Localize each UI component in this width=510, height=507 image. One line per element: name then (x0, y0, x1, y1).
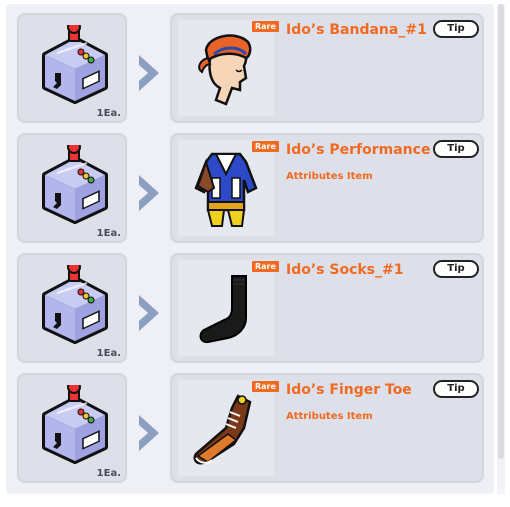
rarity-badge: Rare (252, 141, 279, 152)
item-thumbnail[interactable]: Rare (178, 380, 279, 476)
chevron-right-icon (139, 175, 159, 211)
reward-item-card: Rare Ido’s Performance Attributes Item T… (170, 133, 484, 243)
tip-button[interactable]: Tip (433, 380, 479, 398)
reward-item-card: Rare Ido’s Finger Toe Attributes Item Ti… (170, 373, 484, 483)
gift-box-card[interactable]: 1Ea. (17, 13, 127, 123)
chevron-right-icon (139, 55, 159, 91)
gift-box-icon (42, 145, 108, 224)
chevron-right-icon (139, 415, 159, 451)
rarity-badge: Rare (252, 261, 279, 272)
reward-item-card: Rare Ido’s Socks_#1 Tip (170, 253, 484, 363)
quantity-label: 1Ea. (96, 228, 121, 239)
gift-box-card[interactable]: 1Ea. (17, 373, 127, 483)
rarity-badge: Rare (252, 381, 279, 392)
rarity-badge: Rare (252, 21, 279, 32)
item-name: Ido’s Finger Toe (286, 382, 412, 398)
item-thumbnail[interactable]: Rare (178, 260, 279, 356)
sneaker-icon (193, 394, 252, 465)
item-thumbnail[interactable]: Rare (178, 20, 279, 116)
item-name: Ido’s Bandana_#1 (286, 22, 427, 38)
item-thumbnail[interactable]: Rare (178, 140, 279, 236)
tip-button[interactable]: Tip (433, 260, 479, 278)
item-name: Ido’s Performance (286, 142, 431, 158)
quantity-label: 1Ea. (96, 348, 121, 359)
gift-box-icon (42, 385, 108, 464)
sock-icon (199, 275, 247, 344)
performance-outfit-icon (194, 152, 258, 227)
reward-list-panel: 1Ea. Rare Ido’s Bandana_#1 Tip 1Ea. Rare… (6, 4, 494, 494)
quantity-label: 1Ea. (96, 108, 121, 119)
gift-box-icon (42, 25, 108, 104)
scrollbar-thumb[interactable] (498, 4, 504, 459)
bandana-icon (198, 34, 252, 106)
reward-row: 1Ea. Rare Ido’s Socks_#1 Tip (6, 244, 494, 363)
quantity-label: 1Ea. (96, 468, 121, 479)
item-subtitle: Attributes Item (286, 411, 373, 422)
reward-row: 1Ea. Rare Ido’s Bandana_#1 Tip (6, 4, 494, 123)
gift-box-icon (42, 265, 108, 344)
item-subtitle: Attributes Item (286, 171, 373, 182)
gift-box-card[interactable]: 1Ea. (17, 253, 127, 363)
tip-button[interactable]: Tip (433, 140, 479, 158)
chevron-right-icon (139, 295, 159, 331)
reward-row: 1Ea. Rare Ido’s Performance Attributes I… (6, 124, 494, 243)
gift-box-card[interactable]: 1Ea. (17, 133, 127, 243)
tip-button[interactable]: Tip (433, 20, 479, 38)
reward-row: 1Ea. Rare Ido’s Finger Toe Attributes It… (6, 364, 494, 483)
vertical-scrollbar[interactable] (497, 4, 505, 494)
reward-item-card: Rare Ido’s Bandana_#1 Tip (170, 13, 484, 123)
item-name: Ido’s Socks_#1 (286, 262, 404, 278)
